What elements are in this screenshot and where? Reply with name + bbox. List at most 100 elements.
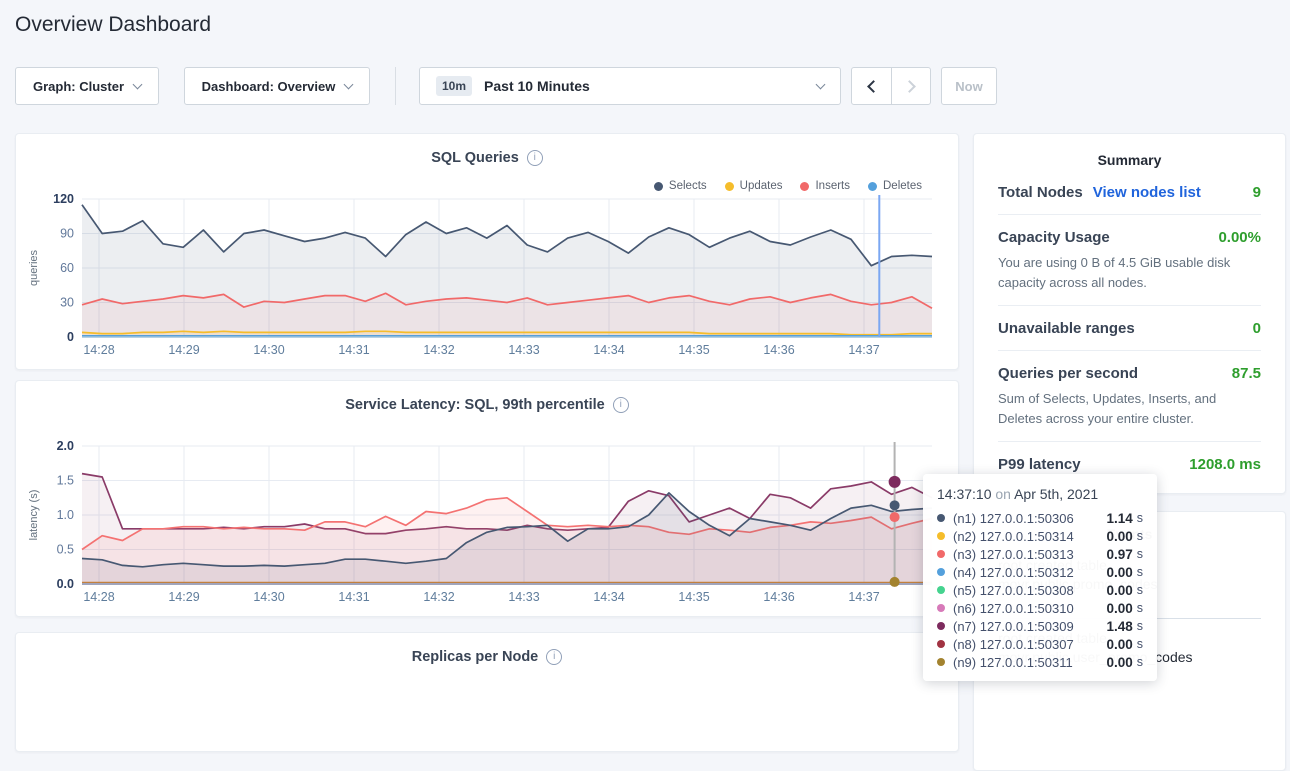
x-tick-label: 14:33 — [508, 590, 539, 604]
toolbar-divider — [395, 67, 396, 105]
unavailable-ranges-value: 0 — [1253, 320, 1261, 337]
sql-queries-chart[interactable]: 14:2814:2914:3014:3114:3214:3314:3414:35… — [17, 190, 957, 368]
tooltip-node-unit: s — [1137, 619, 1143, 633]
hover-marker — [890, 577, 900, 587]
summary-row-total-nodes: Total Nodes View nodes list 9 — [998, 170, 1261, 214]
hover-marker — [890, 512, 900, 522]
x-tick-label: 14:34 — [593, 343, 624, 357]
y-tick-label: 0.5 — [57, 543, 74, 557]
y-tick-label: 1.0 — [57, 508, 74, 522]
time-range-badge: 10m — [436, 76, 472, 96]
tooltip-row: (n3) 127.0.0.1:503130.97s — [937, 545, 1143, 563]
p99-latency-value: 1208.0 ms — [1189, 456, 1261, 473]
x-tick-label: 14:32 — [423, 590, 454, 604]
chevron-left-icon — [867, 80, 880, 93]
prev-time-button[interactable] — [852, 68, 891, 104]
x-tick-label: 14:32 — [423, 343, 454, 357]
page-title: Overview Dashboard — [15, 13, 211, 37]
summary-panel: Summary Total Nodes View nodes list 9 Ca… — [973, 133, 1286, 494]
x-tick-label: 14:29 — [168, 343, 199, 357]
x-tick-label: 14:28 — [83, 343, 114, 357]
dashboard-dropdown[interactable]: Dashboard: Overview — [184, 67, 370, 105]
view-nodes-list-link[interactable]: View nodes list — [1093, 184, 1201, 201]
x-tick-label: 14:37 — [848, 590, 879, 604]
tooltip-node-label: (n1) 127.0.0.1:50306 — [953, 511, 1099, 526]
summary-row-capacity: Capacity Usage 0.00% You are using 0 B o… — [998, 214, 1261, 305]
tooltip-node-label: (n6) 127.0.0.1:50310 — [953, 601, 1099, 616]
now-button[interactable]: Now — [941, 67, 997, 105]
node-dot-icon — [937, 604, 945, 612]
tooltip-node-unit: s — [1137, 637, 1143, 651]
queries-per-second-label: Queries per second — [998, 365, 1138, 382]
node-dot-icon — [937, 622, 945, 630]
y-tick-label: 60 — [60, 261, 74, 275]
tooltip-row: (n6) 127.0.0.1:503100.00s — [937, 599, 1143, 617]
total-nodes-value: 9 — [1253, 184, 1261, 201]
chart-tooltip: 14:37:10 on Apr 5th, 2021 (n1) 127.0.0.1… — [923, 474, 1157, 681]
tooltip-node-value: 1.14 — [1099, 511, 1133, 526]
next-time-button[interactable] — [891, 68, 930, 104]
tooltip-timestamp: 14:37:10 on Apr 5th, 2021 — [937, 486, 1143, 502]
tooltip-node-unit: s — [1137, 583, 1143, 597]
y-tick-label: 0.0 — [57, 577, 74, 591]
tooltip-node-unit: s — [1137, 529, 1143, 543]
tooltip-node-unit: s — [1137, 601, 1143, 615]
node-dot-icon — [937, 514, 945, 522]
x-tick-label: 14:36 — [763, 343, 794, 357]
tooltip-node-unit: s — [1137, 547, 1143, 561]
tooltip-node-unit: s — [1137, 565, 1143, 579]
tooltip-row: (n8) 127.0.0.1:503070.00s — [937, 635, 1143, 653]
replicas-per-node-panel: Replicas per Node i — [15, 632, 959, 752]
capacity-usage-description: You are using 0 B of 4.5 GiB usable disk… — [998, 253, 1261, 292]
tooltip-row: (n7) 127.0.0.1:503091.48s — [937, 617, 1143, 635]
y-tick-label: 1.5 — [57, 474, 74, 488]
y-tick-label: 30 — [60, 296, 74, 310]
node-dot-icon — [937, 586, 945, 594]
graph-dropdown[interactable]: Graph: Cluster — [15, 67, 159, 105]
capacity-usage-value: 0.00% — [1218, 229, 1261, 246]
x-tick-label: 14:37 — [848, 343, 879, 357]
y-tick-label: 0 — [67, 330, 74, 344]
hover-marker — [889, 476, 901, 488]
y-axis-label: queries — [28, 249, 40, 286]
chevron-down-icon — [133, 79, 143, 89]
tooltip-node-value: 0.00 — [1099, 655, 1133, 670]
summary-row-qps: Queries per second 87.5 Sum of Selects, … — [998, 350, 1261, 441]
sql-queries-chart-title: SQL Queries — [431, 150, 519, 166]
y-tick-label: 90 — [60, 227, 74, 241]
service-latency-chart-title: Service Latency: SQL, 99th percentile — [345, 397, 605, 413]
unavailable-ranges-label: Unavailable ranges — [998, 320, 1135, 337]
node-dot-icon — [937, 658, 945, 666]
tooltip-node-unit: s — [1137, 511, 1143, 525]
summary-row-unavailable-ranges: Unavailable ranges 0 — [998, 305, 1261, 350]
time-arrow-group — [851, 67, 931, 105]
capacity-usage-label: Capacity Usage — [998, 229, 1110, 246]
queries-per-second-description: Sum of Selects, Updates, Inserts, and De… — [998, 389, 1261, 428]
x-tick-label: 14:31 — [338, 590, 369, 604]
time-range-dropdown[interactable]: 10m Past 10 Minutes — [419, 67, 841, 105]
graph-dropdown-label: Graph: Cluster — [33, 79, 124, 94]
y-tick-label: 2.0 — [57, 439, 74, 453]
service-latency-panel: Service Latency: SQL, 99th percentile i … — [15, 380, 959, 617]
x-tick-label: 14:35 — [678, 343, 709, 357]
tooltip-node-label: (n4) 127.0.0.1:50312 — [953, 565, 1099, 580]
y-axis-label: latency (s) — [28, 490, 40, 541]
service-latency-chart[interactable]: 14:2814:2914:3014:3114:3214:3314:3414:35… — [17, 437, 957, 615]
tooltip-node-label: (n5) 127.0.0.1:50308 — [953, 583, 1099, 598]
info-icon[interactable]: i — [527, 150, 543, 166]
tooltip-node-unit: s — [1137, 655, 1143, 669]
info-icon[interactable]: i — [546, 649, 562, 665]
info-icon[interactable]: i — [613, 397, 629, 413]
tooltip-node-value: 0.00 — [1099, 565, 1133, 580]
x-tick-label: 14:35 — [678, 590, 709, 604]
x-tick-label: 14:36 — [763, 590, 794, 604]
tooltip-row: (n4) 127.0.0.1:503120.00 s — [937, 563, 1143, 581]
tooltip-row: (n2) 127.0.0.1:503140.00s — [937, 527, 1143, 545]
tooltip-row: (n9) 127.0.0.1:503110.00s — [937, 653, 1143, 671]
time-range-label: Past 10 Minutes — [484, 78, 805, 94]
node-dot-icon — [937, 532, 945, 540]
node-dot-icon — [937, 568, 945, 576]
chevron-down-icon — [816, 79, 826, 89]
chevron-right-icon — [903, 80, 916, 93]
tooltip-node-label: (n7) 127.0.0.1:50309 — [953, 619, 1099, 634]
